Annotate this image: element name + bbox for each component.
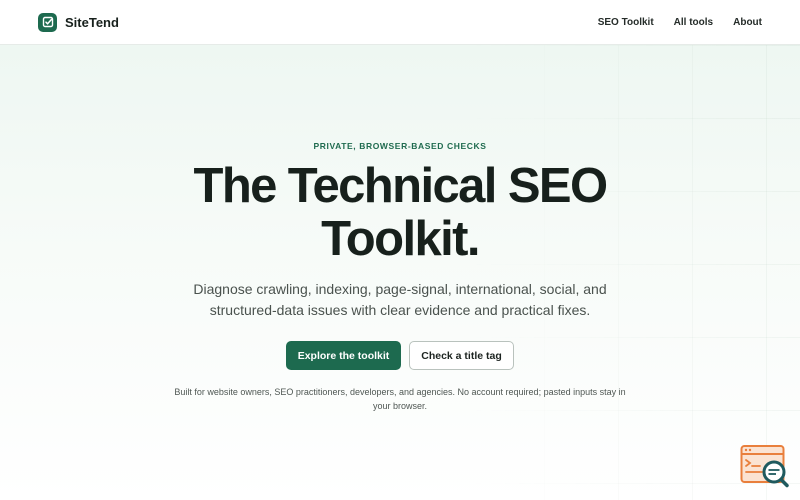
check-title-tag-button[interactable]: Check a title tag: [409, 341, 514, 370]
hero-title-line1: The Technical SEO: [193, 159, 608, 213]
hero-subtitle-line2: structured-data issues with clear eviden…: [209, 302, 591, 318]
main-nav: SEO Toolkit All tools About: [598, 17, 762, 28]
hero-section: PRIVATE, BROWSER-BASED CHECKS The Techni…: [0, 45, 800, 500]
nav-link-seo-toolkit[interactable]: SEO Toolkit: [598, 17, 654, 28]
hero-subtitle: Diagnose crawling, indexing, page-signal…: [180, 279, 620, 321]
hero-note: Built for website owners, SEO practition…: [160, 385, 640, 413]
brand-name: SiteTend: [65, 14, 119, 30]
explore-toolkit-button[interactable]: Explore the toolkit: [286, 341, 401, 370]
brand[interactable]: SiteTend: [38, 12, 119, 32]
browser-search-icon[interactable]: [740, 444, 790, 488]
hero-subtitle-line1: Diagnose crawling, indexing, page-signal…: [193, 281, 607, 297]
hero-actions: Explore the toolkit Check a title tag: [0, 341, 800, 370]
checkmark-square-icon: [38, 12, 57, 32]
nav-link-all-tools[interactable]: All tools: [674, 17, 713, 28]
hero-title: The Technical SEO Toolkit.: [0, 160, 800, 266]
background-grid: [470, 45, 800, 500]
hero-note-line2: your browser.: [372, 401, 428, 411]
nav-link-about[interactable]: About: [733, 17, 762, 28]
top-navbar: SiteTend SEO Toolkit All tools About: [0, 0, 800, 45]
hero-note-line1: Built for website owners, SEO practition…: [174, 387, 626, 397]
hero-title-line2: Toolkit.: [321, 212, 480, 266]
hero-eyebrow: PRIVATE, BROWSER-BASED CHECKS: [313, 141, 487, 151]
